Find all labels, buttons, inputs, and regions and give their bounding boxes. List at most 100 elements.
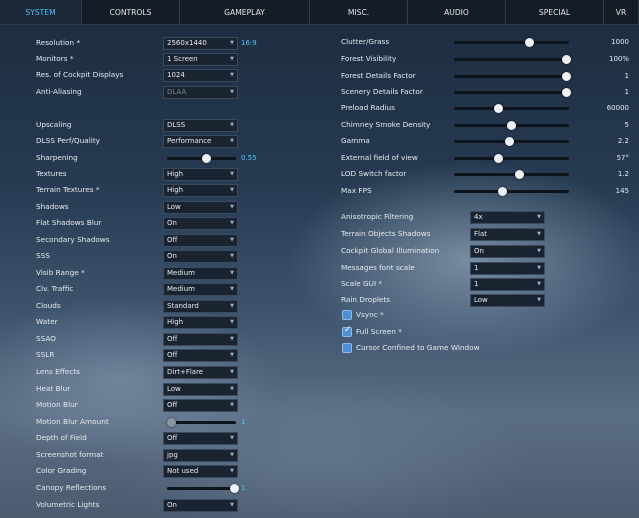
anisotropic-filtering-dropdown[interactable]: 4x ▼ [470,211,545,224]
checkbox-row-full-screen[interactable]: ✓ Full Screen * [0,325,480,339]
setting-label-heat-blur: Heat Blur [36,384,71,393]
chevron-down-icon: ▼ [537,281,541,287]
setting-row-rain-droplets: Rain Droplets Low ▼ [0,293,560,307]
messages-font-scale-dropdown[interactable]: 1 ▼ [470,262,545,275]
setting-label-cockpit-global-illumination: Cockpit Global Illumination [341,246,440,255]
gamma-value: 2.2 [617,137,629,145]
forest-details-factor-value: 1 [624,72,629,80]
clutter-grass-value: 1000 [611,38,629,46]
vsync-checkbox[interactable] [342,310,352,320]
setting-row-chimney-smoke-density: Chimney Smoke Density 5 [0,118,639,132]
scale-gui-value: 1 [474,280,479,288]
setting-label-scale-gui: Scale GUI * [341,279,383,288]
cursor-confined-to-game-window-checkbox[interactable] [342,343,352,353]
tab-audio[interactable]: AUDIO [408,0,506,24]
setting-label-forest-visibility: Forest Visibility [341,54,397,63]
checkbox-label-cursor-confined-to-game-window: Cursor Confined to Game Window [356,343,480,352]
setting-label-scenery-details-factor: Scenery Details Factor [341,87,423,96]
setting-label-motion-blur-amount: Motion Blur Amount [36,417,109,426]
messages-font-scale-value: 1 [474,264,479,272]
setting-label-lod-switch-factor: LOD Switch factor [341,169,407,178]
max-fps-slider-track[interactable] [454,190,569,193]
tab-controls[interactable]: CONTROLS [82,0,180,24]
lod-switch-factor-slider-knob[interactable] [514,170,524,179]
depth-of-field-value: Off [167,434,178,442]
setting-row-terrain-objects-shadows: Terrain Objects Shadows Flat ▼ [0,227,560,241]
chevron-down-icon: ▼ [537,214,541,220]
rain-droplets-dropdown[interactable]: Low ▼ [470,294,545,307]
lens-effects-dropdown[interactable]: Dirt+Flare ▼ [163,366,238,379]
setting-row-clutter-grass: Clutter/Grass 1000 [0,35,639,49]
checkbox-row-vsync[interactable]: Vsync * [0,308,480,322]
setting-label-lens-effects: Lens Effects [36,367,80,376]
chevron-down-icon: ▼ [230,402,234,408]
preload-radius-value: 60000 [606,104,629,112]
setting-row-volumetric-lights: Volumetric Lights On ▼ [0,498,270,512]
setting-row-depth-of-field: Depth of Field Off ▼ [0,431,270,445]
setting-label-terrain-objects-shadows: Terrain Objects Shadows [341,229,431,238]
tab-misc[interactable]: MISC. [310,0,408,24]
terrain-objects-shadows-dropdown[interactable]: Flat ▼ [470,228,545,241]
setting-label-max-fps: Max FPS [341,186,372,195]
scenery-details-factor-slider-knob[interactable] [562,88,571,97]
setting-label-rain-droplets: Rain Droplets [341,295,391,304]
tab-gameplay[interactable]: GAMEPLAY [180,0,310,24]
depth-of-field-dropdown[interactable]: Off ▼ [163,432,238,445]
canopy-reflections-slider-track[interactable] [167,487,236,490]
heat-blur-dropdown[interactable]: Low ▼ [163,383,238,396]
setting-label-preload-radius: Preload Radius [341,103,395,112]
color-grading-value: Not used [167,467,199,475]
forest-details-factor-slider-track[interactable] [454,75,569,78]
cockpit-global-illumination-dropdown[interactable]: On ▼ [470,245,545,258]
checkbox-label-vsync: Vsync * [356,310,384,319]
volumetric-lights-dropdown[interactable]: On ▼ [163,499,238,512]
gamma-slider-knob[interactable] [504,137,514,146]
preload-radius-slider-track[interactable] [454,107,569,110]
lod-switch-factor-slider-track[interactable] [454,173,569,176]
checkbox-row-cursor-confined-to-game-window[interactable]: Cursor Confined to Game Window [0,341,480,355]
chevron-down-icon: ▼ [537,297,541,303]
volumetric-lights-value: On [167,501,177,509]
lens-effects-value: Dirt+Flare [167,368,204,376]
lod-switch-factor-value: 1.2 [617,170,629,178]
tab-bar: SYSTEM CONTROLS GAMEPLAY MISC. AUDIO SPECIAL V… [0,0,639,25]
screenshot-format-dropdown[interactable]: jpg ▼ [163,449,238,462]
screenshot-format-value: jpg [167,451,178,459]
setting-row-cockpit-global-illumination: Cockpit Global Illumination On ▼ [0,244,560,258]
setting-row-forest-visibility: Forest Visibility 100% [0,52,639,66]
tab-special[interactable]: SPECIAL [506,0,604,24]
setting-row-scenery-details-factor: Scenery Details Factor 1 [0,85,639,99]
motion-blur-dropdown[interactable]: Off ▼ [163,399,238,412]
terrain-objects-shadows-value: Flat [474,230,488,238]
scale-gui-dropdown[interactable]: 1 ▼ [470,278,545,291]
canopy-reflections-slider-knob[interactable] [230,484,239,493]
tab-vr[interactable]: VR [604,0,639,24]
clutter-grass-slider-knob[interactable] [524,38,534,47]
setting-row-motion-blur-amount: Motion Blur Amount 1 [0,415,270,429]
external-field-of-view-slider-track[interactable] [454,157,569,160]
setting-row-preload-radius: Preload Radius 60000 [0,101,639,115]
external-field-of-view-value: 57° [616,154,629,162]
tab-system[interactable]: SYSTEM [0,0,82,24]
max-fps-slider-knob[interactable] [498,187,508,196]
forest-details-factor-slider-knob[interactable] [562,72,571,81]
chimney-smoke-density-slider-knob[interactable] [507,121,516,130]
setting-row-lod-switch-factor: LOD Switch factor 1.2 [0,167,639,181]
setting-row-max-fps: Max FPS 145 [0,184,639,198]
full-screen-checkbox[interactable]: ✓ [342,325,352,337]
chevron-down-icon: ▼ [230,386,234,392]
external-field-of-view-slider-knob[interactable] [493,154,503,163]
setting-row-canopy-reflections: Canopy Reflections 1 [0,481,270,495]
preload-radius-slider-knob[interactable] [493,104,503,113]
forest-visibility-slider-track[interactable] [454,58,569,61]
setting-label-messages-font-scale: Messages font scale [341,263,415,272]
color-grading-dropdown[interactable]: Not used ▼ [163,465,238,478]
setting-row-external-field-of-view: External field of view 57° [0,151,639,165]
clutter-grass-slider-track[interactable] [454,41,569,44]
forest-visibility-slider-knob[interactable] [562,55,571,64]
heat-blur-value: Low [167,385,181,393]
rain-droplets-value: Low [474,296,488,304]
scenery-details-factor-slider-track[interactable] [454,91,569,94]
setting-label-motion-blur: Motion Blur [36,400,78,409]
max-fps-value: 145 [615,187,629,195]
